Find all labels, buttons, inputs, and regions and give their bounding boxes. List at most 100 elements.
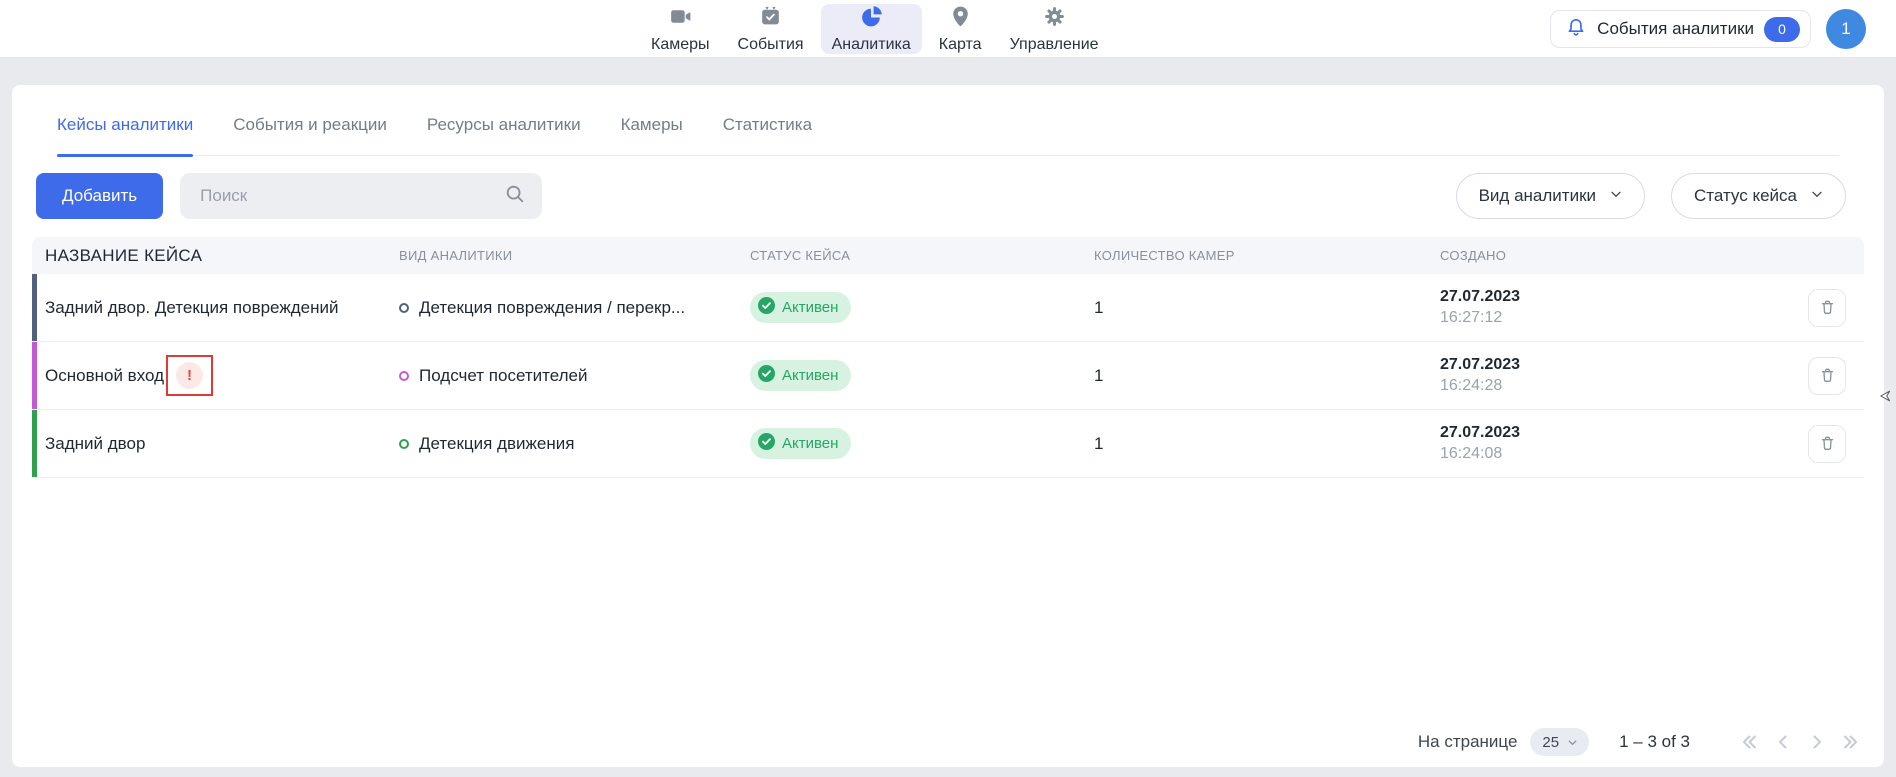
analytics-type-cell: Подсчет посетителей xyxy=(399,366,750,386)
toolbar: Добавить Вид аналитики Статус кейса xyxy=(36,173,1846,219)
row-accent-bar xyxy=(32,342,37,409)
created-date: 27.07.2023 xyxy=(1440,424,1770,442)
nav-item-analytics[interactable]: Аналитика xyxy=(821,4,922,54)
nav-label: Карта xyxy=(939,36,982,54)
column-header-analytics-type: ВИД АНАЛИТИКИ xyxy=(399,248,750,263)
nav-item-map[interactable]: Карта xyxy=(928,4,993,54)
filter-label: Статус кейса xyxy=(1694,186,1797,206)
camera-count: 1 xyxy=(1094,298,1440,318)
nav-label: Камеры xyxy=(651,36,710,54)
table-row[interactable]: Задний двор. Детекция повреждений Детекц… xyxy=(32,274,1864,342)
status-badge: Активен xyxy=(750,360,851,391)
created-cell: 27.07.2023 16:24:08 xyxy=(1440,424,1770,463)
created-cell: 27.07.2023 16:24:28 xyxy=(1440,356,1770,395)
delete-button[interactable] xyxy=(1808,289,1846,327)
nav-item-management[interactable]: Управление xyxy=(999,4,1110,54)
events-button-label: События аналитики xyxy=(1597,19,1754,39)
created-time: 16:27:12 xyxy=(1440,309,1770,327)
last-page-button[interactable] xyxy=(1840,731,1862,753)
status-label: Активен xyxy=(782,367,838,384)
add-button[interactable]: Добавить xyxy=(36,173,163,219)
warning-icon: ! xyxy=(176,362,203,389)
check-circle-icon xyxy=(758,365,775,386)
tab-cameras[interactable]: Камеры xyxy=(621,115,683,155)
filter-analytics-type[interactable]: Вид аналитики xyxy=(1456,173,1645,219)
column-header-created: СОЗДАНО xyxy=(1440,248,1770,263)
camera-count: 1 xyxy=(1094,434,1440,454)
status-label: Активен xyxy=(782,435,838,452)
camera-count: 1 xyxy=(1094,366,1440,386)
created-date: 27.07.2023 xyxy=(1440,288,1770,306)
created-cell: 27.07.2023 16:27:12 xyxy=(1440,288,1770,327)
pagination-buttons xyxy=(1738,731,1862,753)
row-accent-bar xyxy=(32,410,37,477)
status-badge: Активен xyxy=(750,428,851,459)
tab-events-and-reactions[interactable]: События и реакции xyxy=(233,115,387,155)
per-page-select[interactable]: 25 xyxy=(1530,728,1589,756)
main-nav: Камеры События Аналитика Карта Управлени… xyxy=(640,0,1110,58)
case-name: Основной вход xyxy=(45,366,164,386)
top-bar: Камеры События Аналитика Карта Управлени… xyxy=(0,0,1896,58)
filter-case-status[interactable]: Статус кейса xyxy=(1671,173,1846,219)
avatar[interactable]: 1 xyxy=(1826,9,1866,49)
table-row[interactable]: Основной вход ! Подсчет посетителей Акти… xyxy=(32,342,1864,410)
analytics-type-dot xyxy=(399,371,409,381)
top-right-area: События аналитики 0 1 xyxy=(1550,9,1866,49)
warning-annotation-box: ! xyxy=(166,355,213,396)
tab-analytics-resources[interactable]: Ресурсы аналитики xyxy=(427,115,581,155)
events-snapshot-icon xyxy=(758,4,783,34)
chevron-down-icon xyxy=(1608,186,1624,207)
tab-analytics-cases[interactable]: Кейсы аналитики xyxy=(57,115,193,155)
status-label: Активен xyxy=(782,299,838,316)
created-time: 16:24:08 xyxy=(1440,445,1770,463)
per-page-label: На странице xyxy=(1418,732,1518,752)
check-circle-icon xyxy=(758,433,775,454)
column-header-case-status: СТАТУС КЕЙСА xyxy=(750,248,1094,263)
row-accent-bar xyxy=(32,274,37,341)
search-input[interactable] xyxy=(200,186,504,206)
analytics-type-label: Подсчет посетителей xyxy=(419,366,587,386)
nav-item-events[interactable]: События xyxy=(727,4,815,54)
nav-label: События xyxy=(738,36,804,54)
table-row[interactable]: Задний двор Детекция движения Активен 1 … xyxy=(32,410,1864,478)
analytics-type-dot xyxy=(399,439,409,449)
table-header-row: НАЗВАНИЕ КЕЙСА ВИД АНАЛИТИКИ СТАТУС КЕЙС… xyxy=(32,237,1864,274)
nav-label: Управление xyxy=(1010,36,1099,54)
created-time: 16:24:28 xyxy=(1440,377,1770,395)
column-header-case-name: НАЗВАНИЕ КЕЙСА xyxy=(32,246,399,266)
page-range-text: 1 – 3 of 3 xyxy=(1619,732,1690,752)
search-icon[interactable] xyxy=(504,183,526,210)
mouse-cursor xyxy=(1878,388,1894,409)
filter-label: Вид аналитики xyxy=(1479,186,1596,206)
analytics-type-cell: Детекция движения xyxy=(399,434,750,454)
tab-bar: Кейсы аналитики События и реакции Ресурс… xyxy=(57,85,1839,156)
analytics-type-cell: Детекция повреждения / перекр... xyxy=(399,298,750,318)
bell-icon xyxy=(1565,16,1587,43)
delete-button[interactable] xyxy=(1808,357,1846,395)
analytics-type-label: Детекция повреждения / перекр... xyxy=(419,298,685,318)
chevron-down-icon xyxy=(1566,736,1579,749)
content-card: Кейсы аналитики События и реакции Ресурс… xyxy=(12,85,1884,767)
first-page-button[interactable] xyxy=(1738,731,1760,753)
pagination-bar: На странице 25 1 – 3 of 3 xyxy=(1418,727,1862,757)
column-header-camera-count: КОЛИЧЕСТВО КАМЕР xyxy=(1094,248,1440,263)
search-box xyxy=(180,173,542,219)
analytics-events-button[interactable]: События аналитики 0 xyxy=(1550,10,1811,48)
chevron-down-icon xyxy=(1809,186,1825,207)
check-circle-icon xyxy=(758,297,775,318)
tab-statistics[interactable]: Статистика xyxy=(723,115,812,155)
analytics-type-label: Детекция движения xyxy=(419,434,574,454)
nav-label: Аналитика xyxy=(832,36,911,54)
video-camera-icon xyxy=(668,4,693,34)
delete-button[interactable] xyxy=(1808,425,1846,463)
pie-chart-icon xyxy=(859,4,884,34)
nav-item-cameras[interactable]: Камеры xyxy=(640,4,721,54)
cases-table: НАЗВАНИЕ КЕЙСА ВИД АНАЛИТИКИ СТАТУС КЕЙС… xyxy=(32,237,1864,478)
prev-page-button[interactable] xyxy=(1772,731,1794,753)
next-page-button[interactable] xyxy=(1806,731,1828,753)
analytics-type-dot xyxy=(399,303,409,313)
created-date: 27.07.2023 xyxy=(1440,356,1770,374)
case-name: Задний двор xyxy=(32,434,399,454)
map-pin-icon xyxy=(948,4,973,34)
events-count-badge: 0 xyxy=(1764,17,1800,42)
